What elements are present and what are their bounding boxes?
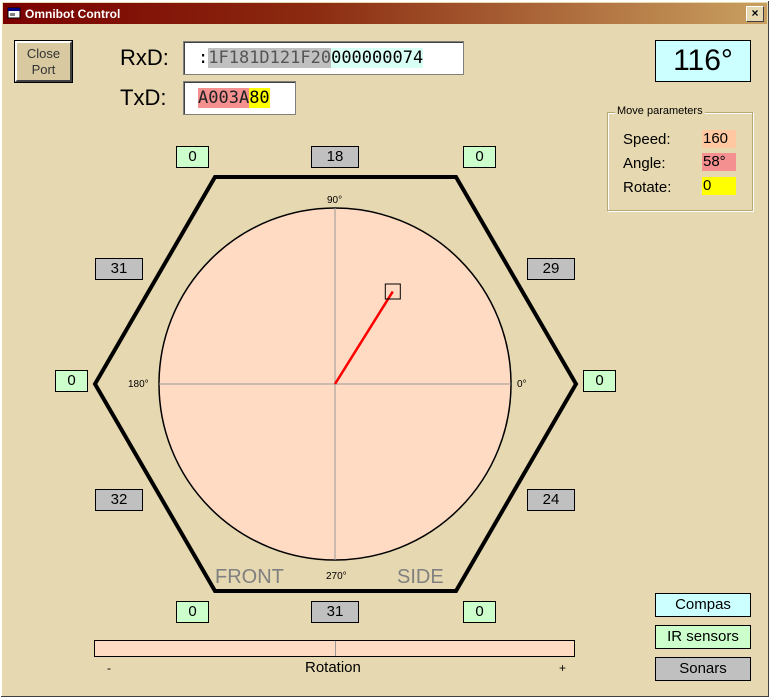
rotation-minus-label: - bbox=[107, 661, 111, 675]
ir-sensor-bottom-right: 0 bbox=[463, 601, 496, 623]
ir-sensor-bottom-left: 0 bbox=[176, 601, 209, 623]
ir-sensor-top-right: 0 bbox=[463, 146, 496, 168]
angle-label-0: 0° bbox=[517, 379, 527, 390]
ir-sensor-right: 0 bbox=[583, 370, 616, 392]
front-label: FRONT bbox=[215, 566, 284, 588]
angle-label-90: 90° bbox=[327, 195, 342, 206]
sonars-button[interactable]: Sonars bbox=[655, 657, 751, 681]
angle-label-270: 270° bbox=[326, 571, 347, 582]
ir-sensor-left: 0 bbox=[55, 370, 88, 392]
rotation-center-tick bbox=[335, 641, 336, 656]
robot-dial[interactable]: 90° 180° 0° 270° FRONT SIDE bbox=[1, 1, 769, 697]
sonar-sensor-upper-right: 29 bbox=[527, 258, 575, 280]
rotation-label: Rotation bbox=[305, 659, 361, 676]
side-label: SIDE bbox=[397, 566, 444, 588]
sonar-sensor-bottom-center: 31 bbox=[311, 601, 359, 623]
compas-button[interactable]: Compas bbox=[655, 593, 751, 617]
ir-sensors-button[interactable]: IR sensors bbox=[655, 625, 751, 649]
sonar-sensor-lower-left: 32 bbox=[95, 489, 143, 511]
rotation-slider[interactable] bbox=[94, 640, 575, 657]
sonar-sensor-lower-right: 24 bbox=[527, 489, 575, 511]
ir-sensor-top-left: 0 bbox=[176, 146, 209, 168]
sonar-sensor-top-center: 18 bbox=[311, 146, 359, 168]
rotation-plus-label: + bbox=[559, 661, 567, 675]
omnibot-window: Omnibot Control × Close Port RxD: :1F181… bbox=[0, 0, 770, 698]
sonar-sensor-upper-left: 31 bbox=[95, 258, 143, 280]
angle-label-180: 180° bbox=[128, 379, 149, 390]
